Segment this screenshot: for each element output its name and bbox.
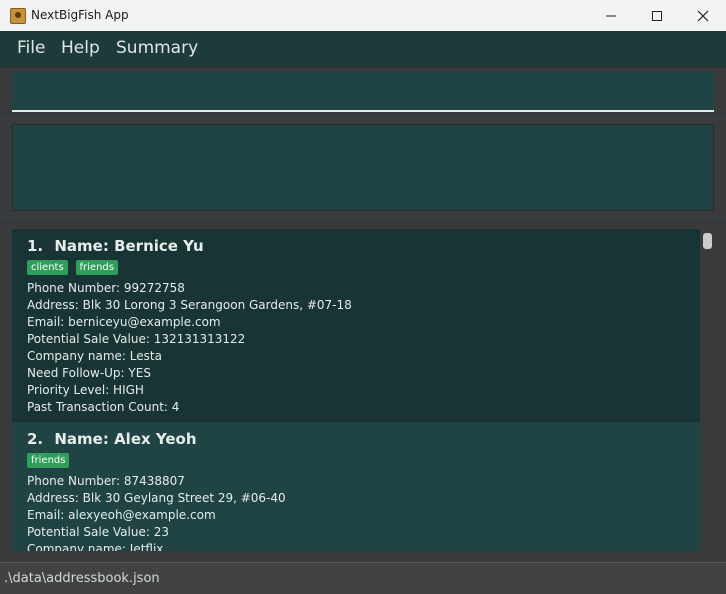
- person-list-panel: 1. Name: Bernice Yu clients friends Phon…: [0, 218, 726, 562]
- company-field: Company name: Lesta: [27, 349, 162, 363]
- app-icon: [10, 8, 26, 24]
- priority-field: Priority Level: HIGH: [27, 383, 144, 397]
- close-icon: [697, 10, 709, 21]
- title-bar: NextBigFish App: [0, 0, 726, 32]
- person-name: Name: Alex Yeoh: [54, 430, 197, 448]
- save-location: .\data\addressbook.json: [4, 571, 160, 586]
- maximize-button[interactable]: [634, 0, 680, 31]
- tag: friends: [27, 453, 70, 468]
- person-name-row: 2. Name: Alex Yeoh: [27, 430, 686, 448]
- menu-summary[interactable]: Summary: [116, 38, 198, 58]
- menu-help[interactable]: Help: [61, 38, 100, 58]
- tag: clients: [27, 260, 68, 275]
- status-bar: .\data\addressbook.json: [0, 562, 726, 594]
- command-panel: [0, 68, 726, 118]
- person-index: 2.: [27, 430, 44, 448]
- list-scrollbar[interactable]: [702, 229, 714, 551]
- result-panel: [0, 120, 726, 216]
- sale-value-field: Potential Sale Value: 23: [27, 525, 169, 539]
- person-index: 1.: [27, 237, 44, 255]
- minimize-button[interactable]: [588, 0, 634, 31]
- email-field: Email: alexyeoh@example.com: [27, 508, 216, 522]
- menu-file[interactable]: File: [17, 38, 45, 58]
- person-name: Name: Bernice Yu: [54, 237, 204, 255]
- maximize-icon: [652, 10, 662, 21]
- person-card[interactable]: 1. Name: Bernice Yu clients friends Phon…: [12, 229, 700, 422]
- person-name-row: 1. Name: Bernice Yu: [27, 237, 686, 255]
- result-display: [12, 124, 714, 211]
- minimize-icon: [606, 15, 616, 16]
- address-field: Address: Blk 30 Lorong 3 Serangoon Garde…: [27, 298, 352, 312]
- window-title: NextBigFish App: [31, 8, 129, 22]
- tag: friends: [75, 260, 118, 275]
- tag-list: clients friends: [27, 259, 686, 277]
- sale-value-field: Potential Sale Value: 132131313122: [27, 332, 246, 346]
- person-list[interactable]: 1. Name: Bernice Yu clients friends Phon…: [12, 229, 700, 551]
- scrollbar-thumb[interactable]: [703, 233, 712, 249]
- company-field: Company name: Jetflix: [27, 542, 164, 551]
- transaction-count-field: Past Transaction Count: 4: [27, 400, 180, 414]
- phone-field: Phone Number: 87438807: [27, 474, 185, 488]
- close-button[interactable]: [680, 0, 726, 31]
- command-input[interactable]: [12, 72, 714, 112]
- email-field: Email: berniceyu@example.com: [27, 315, 221, 329]
- menu-bar: File Help Summary: [0, 31, 726, 68]
- address-field: Address: Blk 30 Geylang Street 29, #06-4…: [27, 491, 286, 505]
- person-card[interactable]: 2. Name: Alex Yeoh friends Phone Number:…: [12, 422, 700, 551]
- follow-up-field: Need Follow-Up: YES: [27, 366, 151, 380]
- phone-field: Phone Number: 99272758: [27, 281, 185, 295]
- tag-list: friends: [27, 452, 686, 470]
